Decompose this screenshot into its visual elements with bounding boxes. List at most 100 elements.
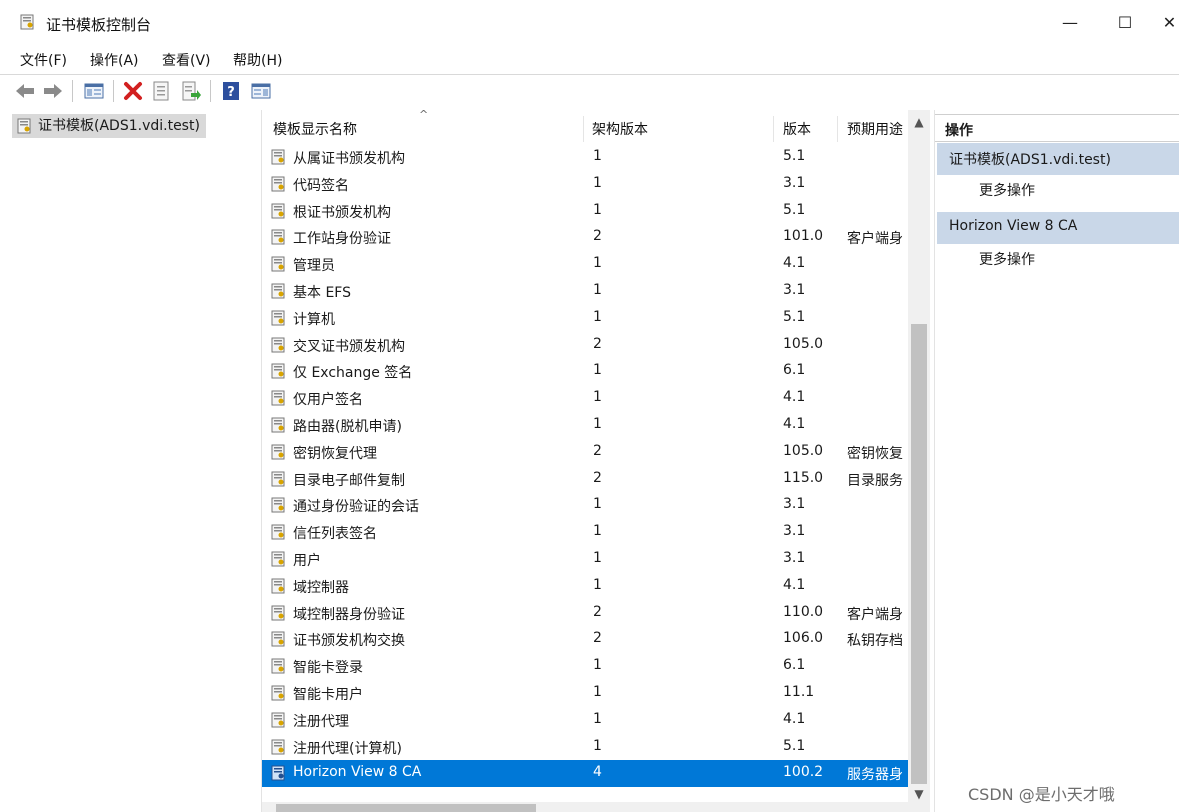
cell-template-name: 从属证书颁发机构 bbox=[293, 151, 405, 167]
cell-intended-purpose: 目录服务 bbox=[847, 472, 903, 489]
close-button[interactable]: ✕ bbox=[1160, 8, 1179, 38]
table-row[interactable]: 域控制器 1 4.1 bbox=[262, 573, 908, 600]
table-row[interactable]: 智能卡登录 1 6.1 bbox=[262, 653, 908, 680]
cell-schema-version: 2 bbox=[593, 469, 602, 486]
watermark: CSDN @是小天才哦 bbox=[968, 785, 1115, 804]
more-actions-link[interactable]: 更多操作 bbox=[979, 180, 1035, 200]
tree-item-certificate-templates[interactable]: 证书模板(ADS1.vdi.test) bbox=[12, 114, 206, 138]
cell-version: 105.0 bbox=[783, 335, 824, 352]
title-bar: 证书模板控制台 — ☐ ✕ bbox=[0, 0, 1179, 46]
cell-schema-version: 1 bbox=[593, 148, 602, 164]
certificate-template-icon bbox=[271, 444, 287, 464]
back-arrow-icon[interactable] bbox=[14, 80, 36, 102]
delete-icon[interactable] bbox=[122, 80, 144, 102]
table-row[interactable]: 通过身份验证的会话 1 3.1 bbox=[262, 492, 908, 519]
column-header-template-name[interactable]: 模板显示名称 bbox=[273, 119, 357, 139]
certificate-template-icon bbox=[271, 256, 287, 276]
table-row[interactable]: 管理员 1 4.1 bbox=[262, 251, 908, 278]
certificate-template-icon bbox=[271, 176, 287, 196]
certificate-template-icon bbox=[271, 578, 287, 598]
cell-template-name: 基本 EFS bbox=[293, 285, 351, 301]
cell-version: 4.1 bbox=[783, 255, 806, 272]
table-row[interactable]: 代码签名 1 3.1 bbox=[262, 171, 908, 198]
scrollbar-thumb[interactable] bbox=[911, 324, 927, 784]
certificate-template-icon bbox=[271, 765, 287, 785]
table-row[interactable]: 仅用户签名 1 4.1 bbox=[262, 385, 908, 412]
cell-schema-version: 1 bbox=[593, 710, 602, 727]
table-row[interactable]: 目录电子邮件复制 2 115.0 目录服务 bbox=[262, 466, 908, 493]
cell-version: 3.1 bbox=[783, 282, 806, 298]
show-hide-console-tree-icon[interactable] bbox=[83, 80, 105, 102]
cell-template-name: 注册代理(计算机) bbox=[293, 740, 402, 757]
more-actions-link[interactable]: 更多操作 bbox=[979, 249, 1035, 269]
column-header-version[interactable]: 版本 bbox=[783, 119, 811, 139]
cell-version: 6.1 bbox=[783, 362, 806, 379]
vertical-scrollbar[interactable]: ▲ ▼ bbox=[908, 110, 930, 812]
column-divider[interactable] bbox=[837, 116, 838, 142]
menu-view[interactable]: 查看(V) bbox=[162, 50, 211, 70]
table-row[interactable]: 基本 EFS 1 3.1 bbox=[262, 278, 908, 305]
scroll-down-arrow-icon[interactable]: ▼ bbox=[908, 784, 930, 804]
cell-schema-version: 2 bbox=[593, 228, 602, 245]
menu-help[interactable]: 帮助(H) bbox=[233, 50, 282, 70]
cell-intended-purpose: 密钥恢复 bbox=[847, 445, 903, 462]
horizontal-scrollbar[interactable] bbox=[262, 802, 908, 812]
column-divider[interactable] bbox=[773, 116, 774, 142]
cell-intended-purpose: 服务器身 bbox=[847, 767, 903, 784]
forward-arrow-icon[interactable] bbox=[42, 80, 64, 102]
cell-schema-version: 1 bbox=[593, 657, 602, 674]
table-row[interactable]: 域控制器身份验证 2 110.0 客户端身 bbox=[262, 600, 908, 627]
help-icon[interactable]: ? bbox=[220, 80, 242, 102]
cell-version: 3.1 bbox=[783, 523, 806, 540]
certificate-template-icon bbox=[17, 118, 33, 140]
table-row[interactable]: 仅 Exchange 签名 1 6.1 bbox=[262, 358, 908, 385]
table-row[interactable]: 计算机 1 5.1 bbox=[262, 305, 908, 332]
table-row[interactable]: 路由器(脱机申请) 1 4.1 bbox=[262, 412, 908, 439]
cell-template-name: 路由器(脱机申请) bbox=[293, 419, 402, 435]
table-row[interactable]: 用户 1 3.1 bbox=[262, 546, 908, 573]
table-row[interactable]: 信任列表签名 1 3.1 bbox=[262, 519, 908, 546]
column-divider[interactable] bbox=[583, 116, 584, 142]
certificate-template-icon bbox=[271, 390, 287, 410]
table-row[interactable]: 注册代理(计算机) 1 5.1 bbox=[262, 734, 908, 761]
scroll-up-arrow-icon[interactable]: ▲ bbox=[908, 112, 930, 132]
table-row[interactable]: Horizon View 8 CA 4 100.2 服务器身 bbox=[262, 760, 908, 788]
minimize-button[interactable]: — bbox=[1050, 8, 1090, 38]
column-header-schema-version[interactable]: 架构版本 bbox=[592, 119, 648, 139]
table-row[interactable]: 从属证书颁发机构 1 5.1 bbox=[262, 144, 908, 171]
menu-file[interactable]: 文件(F) bbox=[20, 50, 67, 70]
action-section-selected-template[interactable]: Horizon View 8 CA bbox=[937, 212, 1179, 244]
certificate-template-icon bbox=[271, 524, 287, 544]
column-header-intended-purpose[interactable]: 预期用途 bbox=[847, 119, 909, 139]
cell-schema-version: 1 bbox=[593, 737, 602, 754]
menu-action[interactable]: 操作(A) bbox=[90, 50, 139, 70]
table-row[interactable]: 证书颁发机构交换 2 106.0 私钥存档 bbox=[262, 626, 908, 653]
cell-version: 3.1 bbox=[783, 550, 806, 566]
properties-icon[interactable] bbox=[150, 80, 172, 102]
cell-version: 5.1 bbox=[783, 201, 806, 218]
cell-version: 4.1 bbox=[783, 416, 806, 432]
table-row[interactable]: 注册代理 1 4.1 bbox=[262, 707, 908, 734]
cell-version: 5.1 bbox=[783, 737, 806, 754]
cell-intended-purpose: 客户端身 bbox=[847, 606, 903, 623]
table-row[interactable]: 工作站身份验证 2 101.0 客户端身 bbox=[262, 224, 908, 251]
certificate-template-icon bbox=[271, 739, 287, 759]
certificate-template-icon bbox=[271, 337, 287, 357]
action-section-certificate-templates[interactable]: 证书模板(ADS1.vdi.test) bbox=[937, 143, 1179, 175]
cell-version: 110.0 bbox=[783, 603, 824, 620]
cell-version: 3.1 bbox=[783, 174, 806, 191]
export-list-icon[interactable] bbox=[180, 80, 202, 102]
table-row[interactable]: 智能卡用户 1 11.1 bbox=[262, 680, 908, 707]
cell-template-name: 通过身份验证的会话 bbox=[293, 499, 419, 516]
cell-template-name: Horizon View 8 CA bbox=[293, 764, 422, 781]
table-row[interactable]: 根证书颁发机构 1 5.1 bbox=[262, 198, 908, 225]
table-row[interactable]: 交叉证书颁发机构 2 105.0 bbox=[262, 332, 908, 359]
toolbar-separator bbox=[210, 80, 211, 102]
cell-template-name: 交叉证书颁发机构 bbox=[293, 338, 405, 355]
cell-template-name: 智能卡登录 bbox=[293, 660, 363, 677]
maximize-button[interactable]: ☐ bbox=[1105, 8, 1145, 38]
show-hide-action-pane-icon[interactable] bbox=[250, 80, 272, 102]
horizontal-scrollbar-thumb[interactable] bbox=[276, 804, 536, 812]
table-row[interactable]: 密钥恢复代理 2 105.0 密钥恢复 bbox=[262, 439, 908, 466]
cell-schema-version: 1 bbox=[593, 174, 602, 191]
